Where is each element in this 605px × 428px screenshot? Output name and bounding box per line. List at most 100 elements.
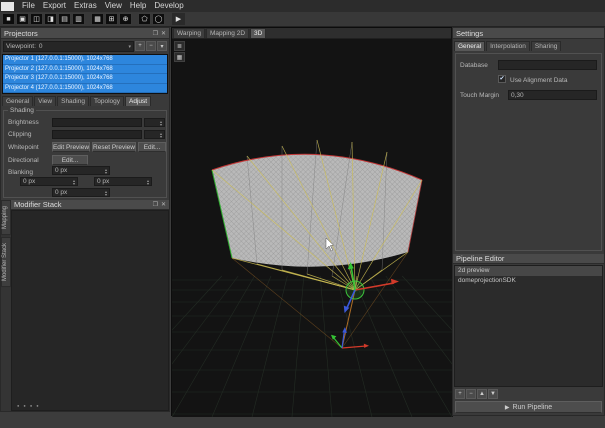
menu-help[interactable]: Help <box>126 0 150 12</box>
tab-settings-interpolation[interactable]: Interpolation <box>486 41 530 51</box>
projector-list-item[interactable]: Projector 4 (127.0.0.1:15000), 1024x768 <box>3 84 167 94</box>
menu-file[interactable]: File <box>18 0 39 12</box>
spin-down-icon[interactable]: ▾ <box>73 182 75 185</box>
tab-settings-sharing[interactable]: Sharing <box>531 41 561 51</box>
menu-develop[interactable]: Develop <box>150 0 187 12</box>
new-icon[interactable]: ■ <box>2 13 15 25</box>
shading-group-label: Shading <box>8 107 36 114</box>
page-dot[interactable]: ● <box>23 403 25 408</box>
pipeline-list: 2d preview domeprojectionSDK <box>454 265 603 387</box>
crosshair-icon[interactable]: ⊕ <box>119 13 132 25</box>
touch-margin-label: Touch Margin <box>460 92 499 99</box>
settings-general-group: Database ✔ Use Alignment Data Touch Marg… <box>455 53 602 251</box>
projector-list: Projector 1 (127.0.0.1:15000), 1024x768 … <box>2 54 168 94</box>
tab-warping[interactable]: Warping <box>173 28 205 38</box>
float-icon[interactable]: ❐ <box>153 30 158 37</box>
pipeline-move-up-button[interactable]: ▲ <box>477 389 487 399</box>
brightness-stepper[interactable]: ▴▾ <box>144 118 165 127</box>
viewpoint-menu-button[interactable]: ▾ <box>157 41 167 51</box>
add-window-icon[interactable]: ⊞ <box>105 13 118 25</box>
reset-preview-button[interactable]: Reset Preview <box>92 142 136 152</box>
polygon-icon[interactable]: ⬠ <box>138 13 151 25</box>
touch-margin-field[interactable]: 0,30 <box>508 90 597 100</box>
float-icon[interactable]: ❐ <box>153 201 158 208</box>
spin-down-icon[interactable]: ▾ <box>160 135 162 138</box>
layout-split-v-icon[interactable]: ◨ <box>44 13 57 25</box>
blanking-top-field[interactable]: 0 px ▴▾ <box>52 166 110 175</box>
projectors-title: Projectors <box>4 29 38 38</box>
close-icon[interactable]: ✕ <box>161 201 166 208</box>
blanking-bottom-field[interactable]: 0 px ▴▾ <box>52 188 110 197</box>
projectors-header: Projectors ❐ ✕ <box>1 28 169 39</box>
tab-shading[interactable]: Shading <box>57 96 89 106</box>
brightness-slider[interactable] <box>52 118 142 127</box>
menu-extras[interactable]: Extras <box>70 0 101 12</box>
tab-view[interactable]: View <box>34 96 56 106</box>
close-icon[interactable]: ✕ <box>161 30 166 37</box>
spin-down-icon[interactable]: ▾ <box>160 123 162 126</box>
settings-title: Settings <box>456 29 483 38</box>
app-icon[interactable] <box>1 2 14 11</box>
directional-edit-button[interactable]: Edit... <box>52 155 88 165</box>
pipeline-remove-button[interactable]: − <box>466 389 476 399</box>
pipeline-add-button[interactable]: + <box>455 389 465 399</box>
projector-list-item[interactable]: Projector 2 (127.0.0.1:15000), 1024x768 <box>3 65 167 75</box>
tab-3d[interactable]: 3D <box>250 28 266 38</box>
projector-list-item[interactable]: Projector 3 (127.0.0.1:15000), 1024x768 <box>3 74 167 84</box>
alignment-label: Use Alignment Data <box>510 77 567 84</box>
modifier-stack-list[interactable] <box>11 210 169 411</box>
viewport: Warping Mapping 2D 3D ≣ ▦ <box>171 27 452 416</box>
page-dot[interactable]: ● <box>36 403 38 408</box>
whitepoint-edit-button[interactable]: Edit... <box>138 142 166 152</box>
run-pipeline-button[interactable]: ▶ Run Pipeline <box>455 401 602 413</box>
tab-mapping-2d[interactable]: Mapping 2D <box>206 28 249 38</box>
alignment-checkbox[interactable]: ✔ <box>498 75 506 83</box>
viewpoint-value: 0 <box>39 43 43 50</box>
side-tab-mapping[interactable]: Mapping <box>1 200 11 235</box>
clipping-stepper[interactable]: ▴▾ <box>144 130 165 139</box>
layout-columns-icon[interactable]: ▥ <box>72 13 85 25</box>
chevron-down-icon: ▾ <box>128 44 131 50</box>
layout-grid-icon[interactable]: ▦ <box>91 13 104 25</box>
spin-down-icon[interactable]: ▾ <box>105 193 107 196</box>
edit-preview-button[interactable]: Edit Preview <box>52 142 90 152</box>
menu-view[interactable]: View <box>101 0 126 12</box>
database-field[interactable] <box>498 60 597 70</box>
view-menu-icon[interactable]: ≣ <box>174 41 185 51</box>
add-viewpoint-button[interactable]: + <box>135 41 145 51</box>
main-toolbar: ■ ▣ ◫ ◨ ▤ ▥ ▦ ⊞ ⊕ ⬠ ◯ ▶ <box>0 12 605 27</box>
pipeline-move-down-button[interactable]: ▼ <box>488 389 498 399</box>
tab-settings-general[interactable]: General <box>454 41 485 51</box>
pager-dots: ● ● ● ● <box>17 403 39 408</box>
remove-viewpoint-button[interactable]: − <box>146 41 156 51</box>
tab-adjust[interactable]: Adjust <box>125 96 151 106</box>
blanking-label: Blanking <box>8 169 33 176</box>
blanking-left-field[interactable]: 0 px ▴▾ <box>20 177 78 186</box>
page-dot[interactable]: ● <box>17 403 19 408</box>
spin-down-icon[interactable]: ▾ <box>147 182 149 185</box>
grid-toggle-icon[interactable]: ▦ <box>174 52 185 62</box>
viewport-canvas[interactable] <box>172 28 453 417</box>
layout-split-h-icon[interactable]: ◫ <box>30 13 43 25</box>
layout-single-icon[interactable]: ▣ <box>16 13 29 25</box>
whitepoint-label: Whitepoint <box>8 144 39 151</box>
modifier-stack-panel: Modifier Stack ❐ ✕ ● ● ● ● <box>11 200 169 411</box>
tab-general[interactable]: General <box>2 96 33 106</box>
shading-group: Shading Brightness ▴▾ Clipping ▴▾ Whitep… <box>3 110 167 198</box>
viewpoint-select[interactable]: Viewpoint: 0 ▾ <box>3 41 134 52</box>
clipping-slider[interactable] <box>52 130 142 139</box>
projector-list-item[interactable]: Projector 1 (127.0.0.1:15000), 1024x768 <box>3 55 167 65</box>
pipeline-item[interactable]: 2d preview <box>455 266 602 276</box>
pipeline-item[interactable]: domeprojectionSDK <box>455 276 602 286</box>
layout-rows-icon[interactable]: ▤ <box>58 13 71 25</box>
play-icon[interactable]: ▶ <box>172 13 185 25</box>
side-tab-modifier-stack[interactable]: Modifier Stack <box>1 237 11 287</box>
menu-export[interactable]: Export <box>39 0 70 12</box>
blanking-right-field[interactable]: 0 px ▴▾ <box>94 177 152 186</box>
spin-down-icon[interactable]: ▾ <box>105 171 107 174</box>
database-label: Database <box>460 62 488 69</box>
tab-topology[interactable]: Topology <box>90 96 124 106</box>
blanking-value: 0 px <box>55 189 67 196</box>
page-dot[interactable]: ● <box>30 403 32 408</box>
circle-icon[interactable]: ◯ <box>152 13 165 25</box>
